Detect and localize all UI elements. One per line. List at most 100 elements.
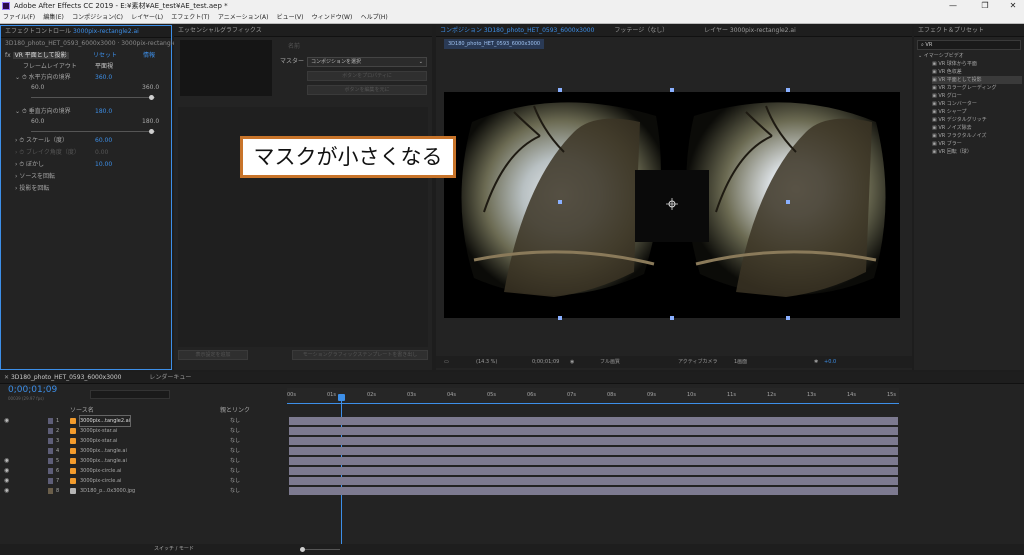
stopwatch-icon[interactable]: ⏱ bbox=[19, 137, 24, 144]
col-source-name[interactable]: ソース名 bbox=[70, 406, 94, 416]
composition-timeline-tab[interactable]: 3D180_photo_HET_0593_6000x3000 bbox=[11, 374, 122, 381]
zoom-slider-handle[interactable] bbox=[300, 547, 305, 552]
menu-layer[interactable]: レイヤー(L) bbox=[128, 12, 166, 24]
layer-bar[interactable] bbox=[289, 467, 898, 475]
effects-presets-tab[interactable]: エフェクト＆プリセット bbox=[914, 25, 1024, 37]
selection-handle[interactable] bbox=[670, 316, 674, 320]
label-color[interactable] bbox=[48, 468, 53, 474]
composition-tab[interactable]: コンポジション 3D180_photo_HET_0593_6000x3000 bbox=[440, 27, 594, 34]
fx-toggle-icon[interactable]: fx bbox=[5, 52, 11, 59]
solo-properties-button[interactable]: ボタンをプロパティに bbox=[307, 71, 427, 81]
selection-handle[interactable] bbox=[558, 88, 562, 92]
label-color[interactable] bbox=[48, 488, 53, 494]
eye-icon[interactable]: ◉ bbox=[4, 488, 10, 494]
parent-dropdown[interactable]: なし bbox=[230, 476, 240, 486]
preset-item[interactable]: ▣ VR 色収差 bbox=[932, 68, 1022, 76]
effect-controls-tab[interactable]: エフェクトコントロール 3000pix-rectangle2.ai bbox=[1, 26, 171, 38]
h-bound-value[interactable]: 360.0 bbox=[95, 73, 112, 83]
layer-name[interactable]: 3000pix...tangle.ai bbox=[80, 456, 127, 466]
layer-bar[interactable] bbox=[289, 457, 898, 465]
master-dropdown[interactable]: コンポジションを選択 ⌄ bbox=[307, 57, 427, 67]
layer-row[interactable]: ◉ 5 3000pix...tangle.ai なし bbox=[0, 456, 285, 466]
minimize-button[interactable]: — bbox=[944, 0, 962, 12]
selection-handle[interactable] bbox=[786, 316, 790, 320]
menu-window[interactable]: ウィンドウ(W) bbox=[309, 12, 356, 24]
eye-icon[interactable]: ◉ bbox=[4, 468, 10, 474]
selection-handle[interactable] bbox=[786, 200, 790, 204]
preset-item[interactable]: ▣ VR デジタルグリッチ bbox=[932, 116, 1022, 124]
layer-name[interactable]: 3000pix...tangle2.ai bbox=[78, 415, 132, 427]
layer-row[interactable]: 4 3000pix...tangle.ai なし bbox=[0, 446, 285, 456]
v-bound-slider-track[interactable] bbox=[31, 131, 155, 132]
projection-rotation-row[interactable]: › 投影を回転 bbox=[15, 184, 49, 194]
h-bound-slider-handle[interactable] bbox=[149, 95, 154, 100]
selection-handle[interactable] bbox=[670, 88, 674, 92]
chevron-right-icon[interactable]: › bbox=[15, 149, 17, 156]
switches-modes-toggle[interactable]: スイッチ / モード bbox=[154, 544, 194, 555]
layer-bar[interactable] bbox=[289, 427, 898, 435]
layer-name[interactable]: 3000pix-circle.ai bbox=[80, 466, 121, 476]
composition-viewer[interactable] bbox=[444, 92, 900, 318]
preset-item[interactable]: ▣ VR シャープ bbox=[932, 108, 1022, 116]
exposure-value[interactable]: +0.0 bbox=[824, 356, 836, 368]
eye-icon[interactable]: ◉ bbox=[4, 418, 10, 424]
render-queue-tab[interactable]: レンダーキュー bbox=[149, 374, 191, 381]
chevron-down-icon[interactable]: ⌄ bbox=[15, 74, 20, 81]
layer-bar[interactable] bbox=[289, 417, 898, 425]
preset-item-selected[interactable]: ▣ VR 平面として投影 bbox=[932, 76, 1022, 84]
chevron-right-icon[interactable]: › bbox=[15, 173, 17, 180]
blur-value[interactable]: 10.00 bbox=[95, 160, 112, 170]
label-color[interactable] bbox=[48, 428, 53, 434]
parent-dropdown[interactable]: なし bbox=[230, 466, 240, 476]
footage-tab[interactable]: フッテージ（なし） bbox=[614, 27, 668, 34]
add-formatting-button[interactable]: 表示設定を追加 bbox=[178, 350, 248, 360]
preset-item[interactable]: ▣ VR フラクタルノイズ bbox=[932, 132, 1022, 140]
label-color[interactable] bbox=[48, 418, 53, 424]
parent-dropdown[interactable]: なし bbox=[230, 486, 240, 496]
essential-graphics-tab[interactable]: エッセンシャルグラフィックス bbox=[174, 25, 432, 37]
v-bound-slider-handle[interactable] bbox=[149, 129, 154, 134]
preset-item[interactable]: ▣ VR グロー bbox=[932, 92, 1022, 100]
layer-row[interactable]: 3 3000pix-star.ai なし bbox=[0, 436, 285, 446]
menu-file[interactable]: ファイル(F) bbox=[0, 12, 38, 24]
layer-row[interactable]: ◉ 8 3D180_p...0x3000.jpg なし bbox=[0, 486, 285, 496]
label-color[interactable] bbox=[48, 478, 53, 484]
presets-search-input[interactable]: ⌕ VR bbox=[917, 40, 1021, 50]
menu-effect[interactable]: エフェクト(T) bbox=[168, 12, 212, 24]
preset-item[interactable]: ▣ VR 回転（球） bbox=[932, 148, 1022, 156]
h-bound-slider-track[interactable] bbox=[31, 97, 155, 98]
monitor-icon[interactable]: ▭ bbox=[444, 356, 449, 368]
parent-dropdown[interactable]: なし bbox=[230, 416, 240, 426]
layer-bar[interactable] bbox=[289, 487, 898, 495]
playhead-handle[interactable] bbox=[338, 394, 345, 401]
label-color[interactable] bbox=[48, 438, 53, 444]
layer-bar[interactable] bbox=[289, 437, 898, 445]
label-color[interactable] bbox=[48, 458, 53, 464]
preset-item[interactable]: ▣ VR ブラー bbox=[932, 140, 1022, 148]
parent-dropdown[interactable]: なし bbox=[230, 436, 240, 446]
export-mogrt-button[interactable]: モーショングラフィックステンプレートを書き出し bbox=[292, 350, 428, 360]
stopwatch-icon[interactable]: ⏱ bbox=[19, 161, 24, 168]
layer-tab[interactable]: レイヤー 3000pix-rectangle2.ai bbox=[704, 27, 796, 34]
source-rotation-row[interactable]: › ソースを回転 bbox=[15, 172, 55, 182]
layer-row[interactable]: 2 3000pix-star.ai なし bbox=[0, 426, 285, 436]
comp-subtab[interactable]: 3D180_photo_HET_0593_6000x3000 bbox=[444, 39, 545, 49]
layer-row[interactable]: ◉ 1 3000pix...tangle2.ai なし bbox=[0, 415, 285, 427]
selection-handle[interactable] bbox=[558, 316, 562, 320]
menu-help[interactable]: ヘルプ(H) bbox=[358, 12, 391, 24]
preset-item[interactable]: ▣ VR カラーグレーディング bbox=[932, 84, 1022, 92]
parent-dropdown[interactable]: なし bbox=[230, 456, 240, 466]
views-dropdown[interactable]: 1画面 bbox=[734, 356, 747, 368]
stopwatch-icon[interactable]: ⏱ bbox=[22, 108, 27, 115]
frame-layout-dropdown[interactable]: 平面視 bbox=[95, 62, 113, 72]
camera-dropdown[interactable]: アクティブカメラ bbox=[678, 356, 717, 368]
menu-composition[interactable]: コンポジション(C) bbox=[69, 12, 126, 24]
maximize-button[interactable]: ❐ bbox=[976, 0, 994, 12]
edit-properties-button[interactable]: ボタンを編集を元に bbox=[307, 85, 427, 95]
resolution-dropdown[interactable]: フル画質 bbox=[600, 356, 620, 368]
chevron-right-icon[interactable]: › bbox=[15, 161, 17, 168]
layer-row[interactable]: ◉ 6 3000pix-circle.ai なし bbox=[0, 466, 285, 476]
menu-view[interactable]: ビュー(V) bbox=[274, 12, 307, 24]
exposure-icon[interactable]: ✱ bbox=[814, 356, 818, 368]
layer-bar[interactable] bbox=[289, 447, 898, 455]
